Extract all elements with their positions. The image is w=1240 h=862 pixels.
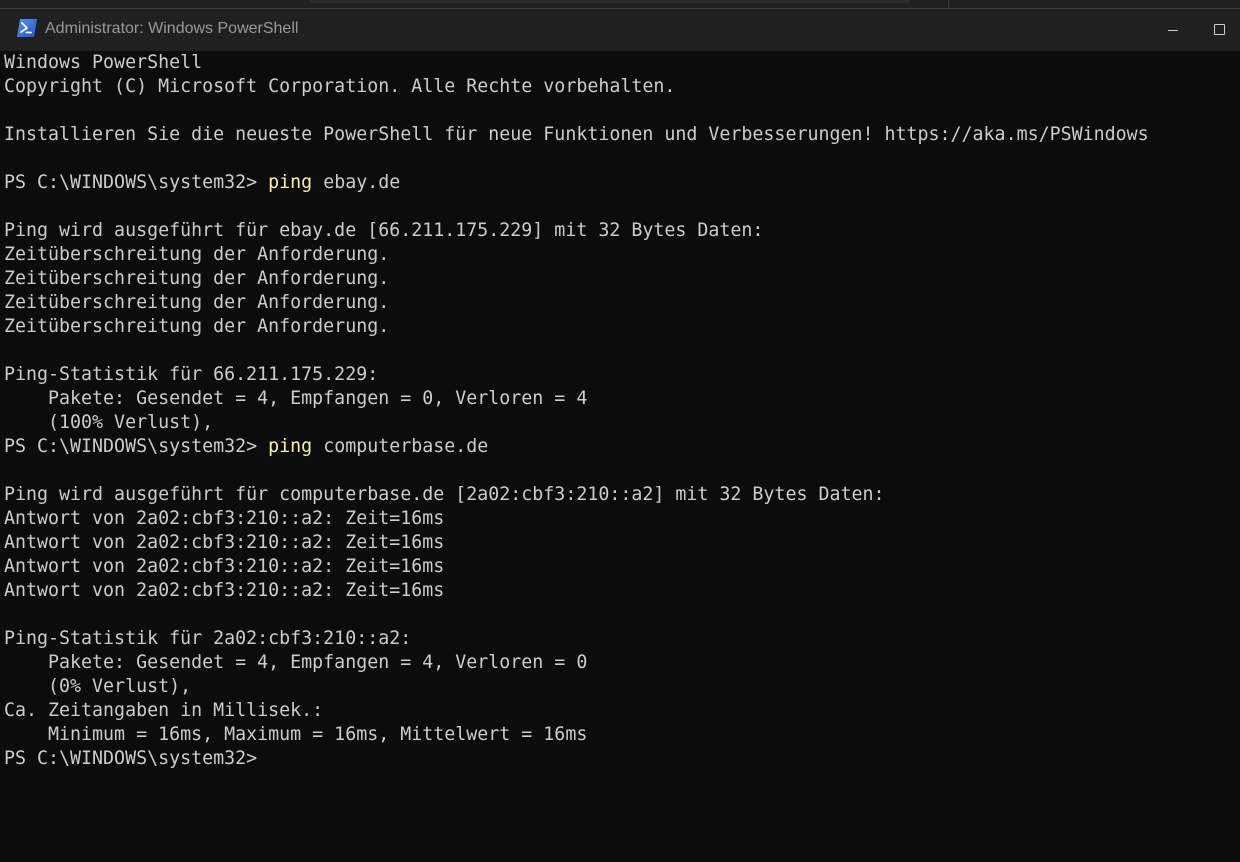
output-line: Zeitüberschreitung der Anforderung. — [4, 292, 390, 313]
maximize-icon — [1214, 24, 1225, 35]
background-window-edge — [0, 0, 1240, 8]
minimize-icon — [1168, 30, 1178, 31]
command-args: ebay.de — [312, 172, 401, 193]
output-line: Windows PowerShell — [4, 52, 203, 73]
output-line: Antwort von 2a02:cbf3:210::a2: Zeit=16ms — [4, 508, 445, 529]
window-title: Administrator: Windows PowerShell — [45, 20, 299, 37]
prompt-text: PS C:\WINDOWS\system32> — [4, 436, 269, 457]
background-window-divider — [948, 0, 949, 8]
powershell-icon — [16, 18, 38, 38]
output-line: (100% Verlust), — [4, 412, 214, 433]
output-line: Ping-Statistik für 2a02:cbf3:210::a2: — [4, 628, 412, 649]
command-name: ping — [268, 436, 313, 457]
output-line: Pakete: Gesendet = 4, Empfangen = 0, Ver… — [4, 388, 588, 409]
prompt-text: PS C:\WINDOWS\system32> — [4, 748, 258, 769]
command-args: computerbase.de — [312, 436, 489, 457]
output-line: Antwort von 2a02:cbf3:210::a2: Zeit=16ms — [4, 556, 445, 577]
output-line: (0% Verlust), — [4, 676, 192, 697]
prompt-line: PS C:\WINDOWS\system32> ping ebay.de — [4, 171, 1149, 195]
output-line: Zeitüberschreitung der Anforderung. — [4, 316, 390, 337]
output-line: Minimum = 16ms, Maximum = 16ms, Mittelwe… — [4, 724, 588, 745]
prompt-line: PS C:\WINDOWS\system32> — [4, 747, 1149, 771]
output-line: Ping-Statistik für 66.211.175.229: — [4, 364, 379, 385]
command-name: ping — [268, 172, 313, 193]
minimize-button[interactable] — [1150, 9, 1196, 51]
powershell-window: Administrator: Windows PowerShell Window… — [0, 0, 1240, 862]
output-line: Antwort von 2a02:cbf3:210::a2: Zeit=16ms — [4, 532, 445, 553]
console-output[interactable]: Windows PowerShell Copyright (C) Microsof… — [0, 51, 1240, 862]
prompt-line: PS C:\WINDOWS\system32> ping computerbas… — [4, 435, 1149, 459]
output-line: Zeitüberschreitung der Anforderung. — [4, 244, 390, 265]
output-line: Installieren Sie die neueste PowerShell … — [4, 124, 1149, 145]
maximize-button[interactable] — [1196, 9, 1240, 51]
console-text: Windows PowerShell Copyright (C) Microsof… — [4, 51, 1149, 771]
output-line: Ca. Zeitangaben in Millisek.: — [4, 700, 324, 721]
output-line: Ping wird ausgeführt für ebay.de [66.211… — [4, 220, 764, 241]
output-line: Copyright (C) Microsoft Corporation. All… — [4, 76, 676, 97]
title-bar[interactable]: Administrator: Windows PowerShell — [0, 8, 1240, 51]
background-window-scrollbar — [310, 0, 910, 3]
output-line: Pakete: Gesendet = 4, Empfangen = 4, Ver… — [4, 652, 588, 673]
output-line: Zeitüberschreitung der Anforderung. — [4, 268, 390, 289]
output-line: Antwort von 2a02:cbf3:210::a2: Zeit=16ms — [4, 580, 445, 601]
prompt-text: PS C:\WINDOWS\system32> — [4, 172, 269, 193]
output-line: Ping wird ausgeführt für computerbase.de… — [4, 484, 885, 505]
